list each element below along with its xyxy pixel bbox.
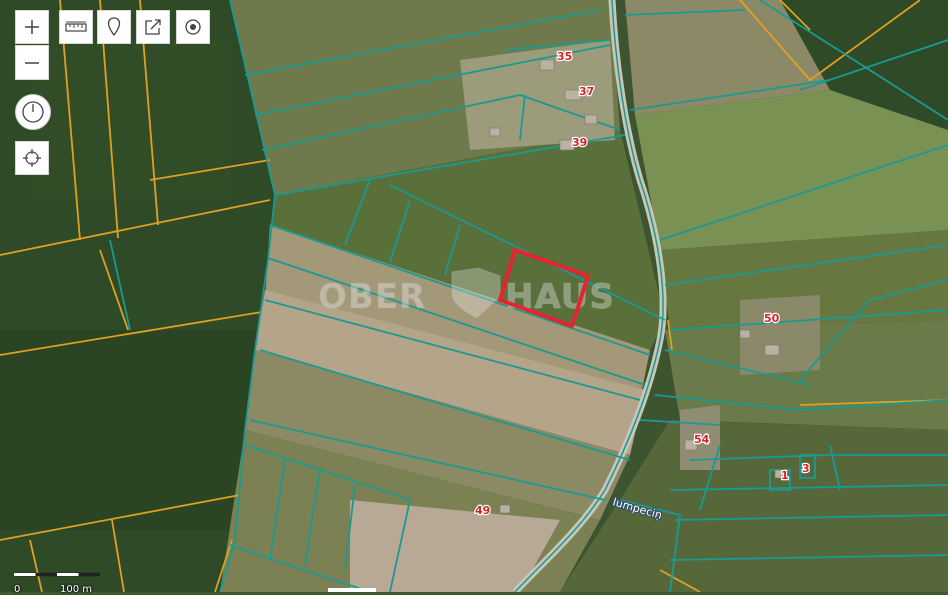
- power-icon: [22, 101, 44, 123]
- scale-line: [14, 573, 100, 576]
- ruler-icon: [65, 21, 87, 32]
- measure-button[interactable]: [59, 10, 93, 44]
- pin-icon: [107, 17, 121, 37]
- parcel-label-49: 49: [475, 504, 490, 517]
- minus-icon: [25, 61, 39, 64]
- share-icon: [145, 19, 161, 35]
- zoom-in-button[interactable]: [15, 10, 49, 44]
- map-canvas[interactable]: OBER HAUS 35 37 39 50 54 1 3 49 Iumpeciņ: [0, 0, 948, 592]
- scale-start: 0: [14, 584, 21, 595]
- map-footer-tab: [328, 588, 376, 592]
- parcel-label-54: 54: [694, 433, 710, 446]
- zoom-out-button[interactable]: [15, 45, 49, 80]
- power-button[interactable]: [15, 94, 51, 130]
- share-button[interactable]: [136, 10, 170, 44]
- svg-text:HAUS: HAUS: [505, 277, 615, 317]
- marker-button[interactable]: [97, 10, 131, 44]
- parcel-label-39: 39: [572, 136, 587, 149]
- scale-bar: 0 100 m: [14, 566, 104, 595]
- crosshair-icon: [23, 149, 41, 167]
- target-button[interactable]: [176, 10, 210, 44]
- svg-text:OBER: OBER: [318, 277, 426, 317]
- parcel-label-35: 35: [557, 50, 572, 63]
- target-icon: [185, 19, 201, 35]
- plus-icon: [25, 20, 39, 34]
- parcel-label-3: 3: [802, 462, 810, 475]
- parcel-label-37: 37: [579, 85, 594, 98]
- parcel-label-50: 50: [764, 312, 780, 325]
- parcel-label-1: 1: [781, 469, 789, 482]
- locate-button[interactable]: [15, 141, 49, 175]
- scale-end: 100 m: [60, 584, 93, 595]
